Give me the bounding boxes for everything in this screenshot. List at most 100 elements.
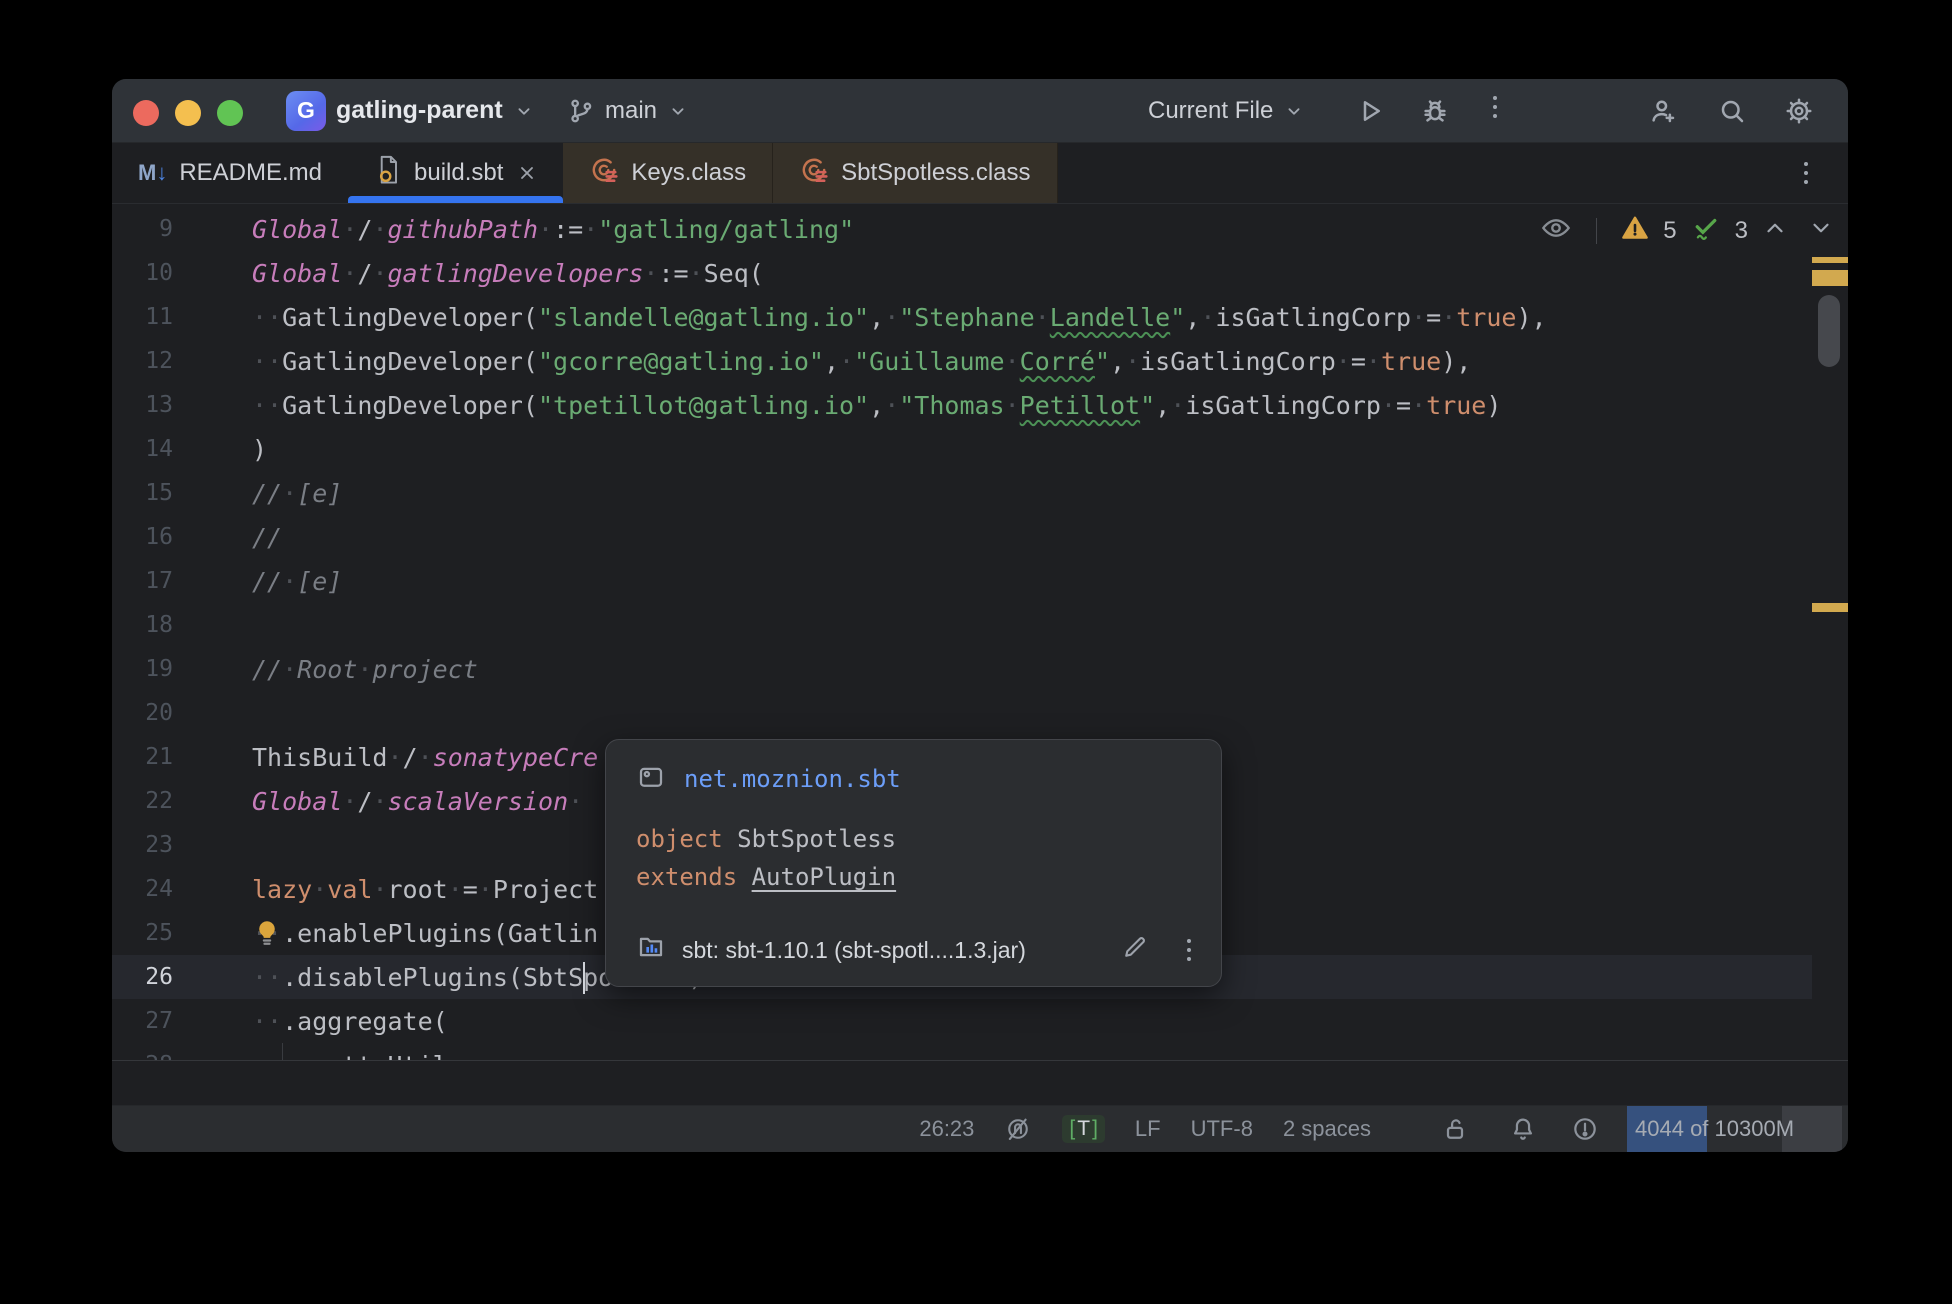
search-everywhere-button[interactable] (1717, 96, 1747, 126)
line-number: 24 (112, 876, 173, 902)
editor-tab-SbtSpotless.class[interactable]: SbtSpotless.class (773, 143, 1057, 203)
code-line-14[interactable]: 14) (112, 427, 1812, 471)
code-text: //·[e] (173, 567, 342, 596)
line-separator-widget[interactable]: LF (1135, 1116, 1161, 1142)
debug-button[interactable] (1420, 96, 1450, 126)
ide-window: G gatling-parent main Current File M↓R (112, 79, 1848, 1152)
code-line-16[interactable]: 16// (112, 515, 1812, 559)
line-number: 19 (112, 656, 173, 682)
bracket: ] (1092, 1117, 1098, 1141)
code-line-10[interactable]: 10Global·/·gatlingDevelopers·:=·Seq( (112, 251, 1812, 295)
code-text: Global·/·scalaVersion· (173, 787, 583, 816)
code-text: Global·/·gatlingDevelopers·:=·Seq( (173, 259, 764, 288)
editor-tab-README.md[interactable]: M↓ README.md (112, 143, 348, 203)
run-configuration-selector[interactable]: Current File (1148, 79, 1305, 142)
memory-total-value: of 10300M (1684, 1116, 1794, 1141)
memory-indicator-widget[interactable]: 4044 of 10300M (1627, 1106, 1842, 1152)
quick-documentation-popup: net.moznion.sbt object SbtSpotless exten… (605, 739, 1222, 987)
markdown-icon: M↓ (138, 159, 167, 187)
code-text: lazy·val·root·=·Project (173, 875, 598, 904)
popup-more-button[interactable] (1187, 939, 1191, 961)
run-configuration-label: Current File (1148, 97, 1273, 125)
line-number: 12 (112, 348, 173, 374)
package-name[interactable]: net.moznion.sbt (684, 765, 901, 793)
line-number: 13 (112, 392, 173, 418)
code-line-13[interactable]: 13··GatlingDeveloper("tpetillot@gatling.… (112, 383, 1812, 427)
branch-name: main (605, 97, 657, 125)
line-number: 23 (112, 832, 173, 858)
indent-guide (282, 1043, 283, 1060)
line-number: 16 (112, 524, 173, 550)
typo-count[interactable]: 3 (1735, 217, 1748, 245)
editor-tab-build.sbt[interactable]: build.sbt (348, 143, 563, 203)
highlighting-level-icon[interactable] (1004, 1115, 1032, 1143)
code-line-20[interactable]: 20 (112, 691, 1812, 735)
run-button[interactable] (1355, 96, 1385, 126)
editor-tab-Keys.class[interactable]: Keys.class (563, 143, 773, 203)
project-widget[interactable]: G gatling-parent (286, 79, 535, 142)
declaration-text: object SbtSpotless extends AutoPlugin (636, 820, 1191, 896)
type-aware-highlighting-widget[interactable]: [T] (1062, 1115, 1105, 1143)
inspections-widget[interactable]: 5 3 (1540, 212, 1834, 250)
error-indicator-icon[interactable] (1571, 1115, 1599, 1143)
titlebar: G gatling-parent main Current File (112, 79, 1848, 143)
notifications-bell-icon[interactable] (1509, 1115, 1537, 1143)
caret-position-widget[interactable]: 26:23 (919, 1116, 974, 1142)
text-caret (583, 962, 585, 994)
window-zoom-button[interactable] (217, 100, 243, 126)
code-line-12[interactable]: 12··GatlingDeveloper("gcorre@gatling.io"… (112, 339, 1812, 383)
keyword-object: object (636, 825, 723, 853)
desktop-background: G gatling-parent main Current File M↓R (0, 0, 1952, 1304)
warning-stripe-mark[interactable] (1812, 270, 1848, 286)
line-number: 25 (112, 920, 173, 946)
vcs-branch-widget[interactable]: main (567, 79, 689, 142)
close-tab-icon[interactable] (517, 163, 537, 183)
line-number: 18 (112, 612, 173, 638)
line-number: 26 (112, 964, 173, 990)
type-letter: T (1075, 1117, 1092, 1141)
code-text: ··.enablePlugins(Gatlin (173, 919, 598, 948)
code-text: ··GatlingDeveloper("slandelle@gatling.io… (173, 303, 1547, 332)
line-number: 15 (112, 480, 173, 506)
code-line-28[interactable]: 28····nettyUtil (112, 1043, 1812, 1060)
code-line-15[interactable]: 15//·[e] (112, 471, 1812, 515)
window-close-button[interactable] (133, 100, 159, 126)
warning-count[interactable]: 5 (1663, 217, 1676, 245)
encoding-widget[interactable]: UTF-8 (1191, 1116, 1253, 1142)
intention-bulb-icon[interactable] (252, 918, 282, 953)
superclass-link[interactable]: AutoPlugin (752, 863, 897, 891)
code-with-me-button[interactable] (1648, 96, 1678, 126)
chevron-down-icon (513, 100, 535, 122)
next-problem-button[interactable] (1808, 215, 1834, 248)
indent-widget[interactable]: 2 spaces (1283, 1116, 1371, 1142)
code-text: ThisBuild·/·sonatypeCre (173, 743, 598, 772)
code-editor[interactable]: 9Global·/·githubPath·:=·"gatling/gatling… (112, 204, 1848, 1108)
previous-problem-button[interactable] (1762, 215, 1788, 248)
chevron-down-icon (1283, 100, 1305, 122)
code-line-17[interactable]: 17//·[e] (112, 559, 1812, 603)
code-text: //·Root·project (173, 655, 478, 684)
line-number: 27 (112, 1008, 173, 1034)
code-line-27[interactable]: 27··.aggregate( (112, 999, 1812, 1043)
window-minimize-button[interactable] (175, 100, 201, 126)
tab-options-button[interactable] (1804, 162, 1808, 184)
code-line-11[interactable]: 11··GatlingDeveloper("slandelle@gatling.… (112, 295, 1812, 339)
readonly-lock-icon[interactable] (1441, 1115, 1469, 1143)
warning-stripe-mark[interactable] (1812, 603, 1848, 612)
tab-label: README.md (179, 159, 322, 187)
line-number: 21 (112, 744, 173, 770)
code-line-19[interactable]: 19//·Root·project (112, 647, 1812, 691)
code-text: ··GatlingDeveloper("tpetillot@gatling.io… (173, 391, 1501, 420)
settings-button[interactable] (1784, 96, 1814, 126)
tab-label: Keys.class (631, 159, 746, 187)
code-line-18[interactable]: 18 (112, 603, 1812, 647)
edit-source-icon[interactable] (1121, 933, 1149, 967)
editor-scrollbar[interactable] (1818, 295, 1840, 367)
line-number: 22 (112, 788, 173, 814)
class-icon (799, 155, 829, 192)
more-actions-button[interactable] (1493, 96, 1523, 126)
project-name: gatling-parent (336, 96, 503, 125)
warning-stripe-mark[interactable] (1812, 257, 1848, 263)
highlighting-eye-icon[interactable] (1540, 212, 1572, 251)
line-number: 9 (112, 216, 173, 242)
